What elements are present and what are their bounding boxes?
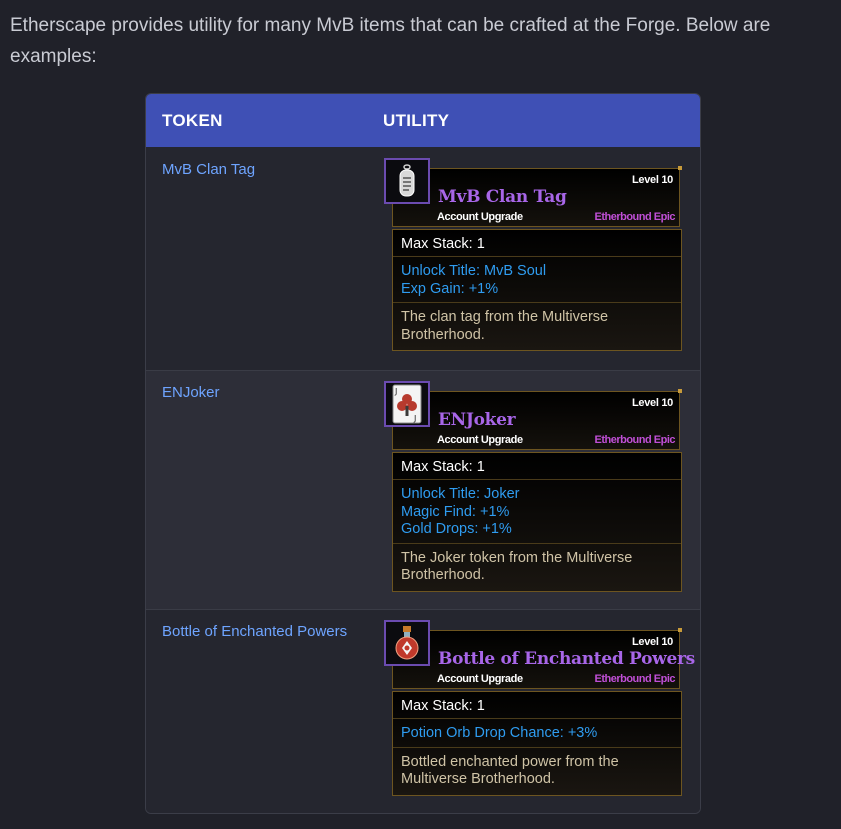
max-stack: Max Stack: 1	[393, 230, 681, 257]
max-stack: Max Stack: 1	[393, 453, 681, 480]
joker-card-icon: J J	[384, 381, 430, 427]
item-card-body: Max Stack: 1 Potion Orb Drop Chance: +3%…	[392, 691, 682, 796]
item-type: Account Upgrade	[437, 211, 523, 223]
item-name: MvB Clan Tag	[438, 187, 567, 207]
table-row: ENJoker J J Level 10 ENJoker Account Upg…	[146, 371, 700, 610]
item-level: Level 10	[631, 174, 673, 186]
item-description: Bottled enchanted power from the Multive…	[401, 753, 619, 788]
item-description: The clan tag from the Multiverse Brother…	[401, 309, 609, 343]
item-type: Account Upgrade	[437, 673, 523, 685]
item-card-header: Level 10 Bottle of Enchanted Powers Acco…	[390, 628, 695, 689]
stat-line: Gold Drops: +1%	[401, 521, 512, 537]
stat-line: Magic Find: +1%	[401, 503, 510, 520]
item-level: Level 10	[631, 397, 673, 409]
column-header-token: TOKEN	[162, 111, 223, 130]
intro-text: Etherscape provides utility for many MvB…	[10, 15, 771, 67]
table-row: MvB Clan Tag Level 10 MvB Clan Tag Accou…	[146, 148, 700, 371]
item-type: Account Upgrade	[437, 434, 523, 446]
token-link[interactable]: MvB Clan Tag	[162, 161, 255, 178]
item-card-body: Max Stack: 1 Unlock Title: Joker Magic F…	[392, 452, 682, 592]
table-row: Bottle of Enchanted Powers Level 10 Bott…	[146, 610, 700, 813]
stat-line: Unlock Title: MvB Soul	[401, 263, 547, 279]
item-card-header: Level 10 ENJoker Account Upgrade Etherbo…	[390, 389, 682, 450]
item-rarity: Etherbound Epic	[594, 434, 676, 446]
item-name: Bottle of Enchanted Powers	[438, 649, 695, 669]
column-header-utility: UTILITY	[383, 111, 450, 130]
item-card-header: Level 10 MvB Clan Tag Account Upgrade Et…	[390, 166, 682, 227]
token-link[interactable]: ENJoker	[162, 384, 220, 401]
potion-bottle-icon	[384, 620, 430, 666]
item-name: ENJoker	[438, 410, 516, 430]
token-link[interactable]: Bottle of Enchanted Powers	[162, 623, 347, 640]
item-rarity: Etherbound Epic	[594, 211, 676, 223]
svg-text:J: J	[394, 387, 397, 396]
item-level: Level 10	[631, 636, 673, 648]
item-card-body: Max Stack: 1 Unlock Title: MvB Soul Exp …	[392, 229, 682, 351]
dog-tag-icon	[384, 158, 430, 204]
svg-text:J: J	[413, 414, 416, 423]
table-header: TOKEN UTILITY	[146, 94, 700, 147]
item-rarity: Etherbound Epic	[594, 673, 676, 685]
item-description: The Joker token from the Multiverse Brot…	[401, 549, 633, 584]
item-stats: Potion Orb Drop Chance: +3%	[393, 719, 681, 748]
max-stack: Max Stack: 1	[393, 692, 681, 719]
token-utility-table: TOKEN UTILITY MvB Clan Tag Level 10 MvB …	[145, 93, 701, 814]
stat-line: Unlock Title: Joker	[401, 486, 520, 502]
item-stats: Unlock Title: Joker Magic Find: +1% Gold…	[393, 480, 681, 544]
item-stats: Unlock Title: MvB Soul Exp Gain: +1%	[393, 257, 681, 303]
stat-line: Potion Orb Drop Chance: +3%	[401, 725, 598, 741]
stat-line: Exp Gain: +1%	[401, 280, 499, 297]
